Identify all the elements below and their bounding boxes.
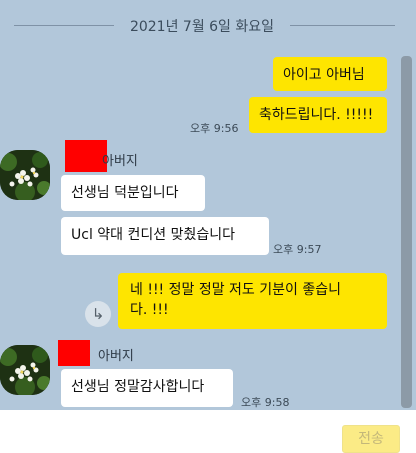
chat-area: 2021년 7월 6일 화요일 아이고 아버님 축하드립니다. !!!!! 오후… [0, 0, 416, 410]
send-button[interactable]: 전송 [342, 425, 400, 453]
my-message-bubble[interactable]: 아이고 아버님 [273, 57, 387, 91]
divider-rule-left [14, 25, 114, 26]
share-arrow-icon[interactable]: ↳ [85, 301, 111, 327]
sender-avatar[interactable] [0, 345, 50, 395]
my-message-bubble[interactable]: 네 !!! 정말 정말 저도 기분이 좋습니 다. !!! [118, 273, 387, 329]
their-message-bubble[interactable]: 선생님 정말감사합니다 [61, 369, 233, 407]
message-time: 오후 9:57 [273, 243, 322, 256]
their-message-bubble[interactable]: 선생님 덕분입니다 [61, 175, 205, 211]
flower-photo-avatar-icon [0, 150, 50, 200]
message-time: 오후 9:58 [241, 396, 290, 409]
my-message-bubble[interactable]: 축하드립니다. !!!!! [249, 97, 387, 133]
redacted-name-block [65, 140, 107, 172]
message-line: 네 !!! 정말 정말 저도 기분이 좋습니 [130, 282, 341, 298]
their-message-bubble[interactable]: Ucl 약대 컨디션 맞췄습니다 [61, 217, 269, 255]
message-line: 다. !!! [130, 302, 169, 318]
date-text: 2021년 7월 6일 화요일 [129, 19, 275, 35]
message-time: 오후 9:56 [190, 122, 239, 135]
divider-rule-right [290, 25, 395, 26]
sender-name: 아버지 [102, 154, 138, 169]
date-divider: 2021년 7월 6일 화요일 [0, 14, 405, 36]
flower-photo-avatar-icon [0, 345, 50, 395]
sender-name: 아버지 [98, 349, 134, 364]
redacted-name-block [58, 340, 90, 366]
scrollbar[interactable] [401, 56, 412, 408]
sender-avatar[interactable] [0, 150, 50, 200]
